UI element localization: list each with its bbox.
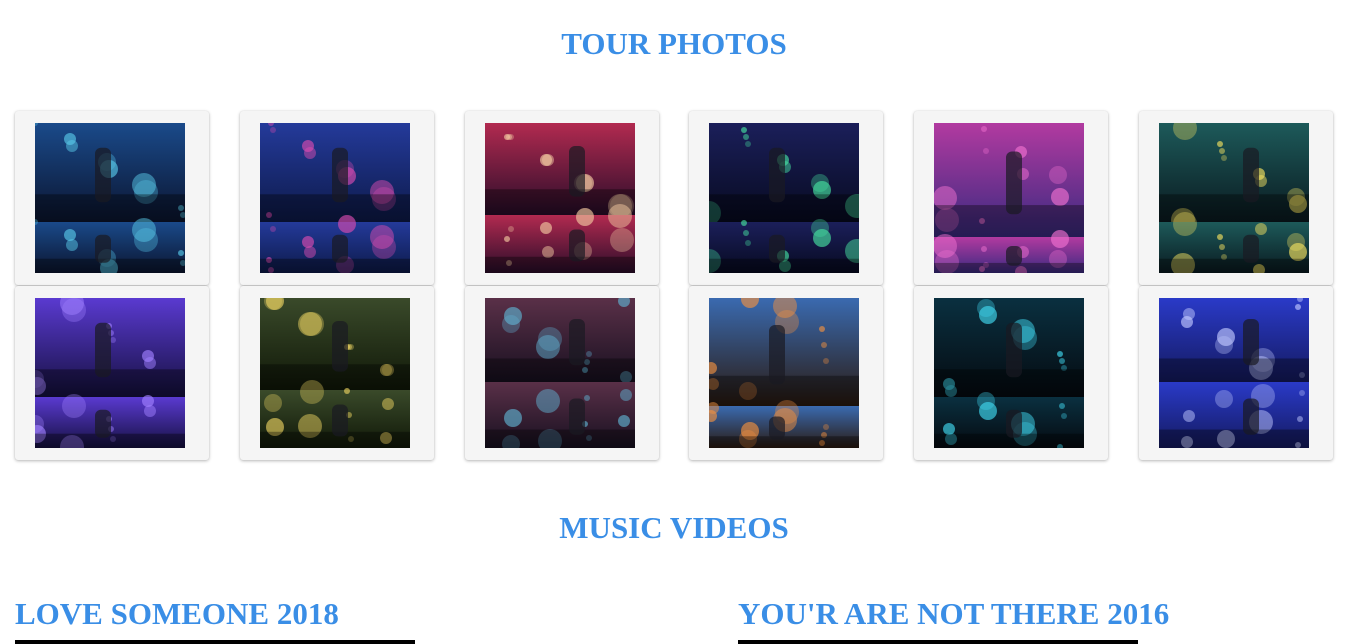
concert-photo-image (35, 298, 185, 448)
photo-card[interactable] (914, 286, 1108, 460)
concert-photo-image (260, 123, 410, 273)
concert-photo-image (709, 298, 859, 448)
tour-photo-6[interactable] (1159, 123, 1309, 273)
photo-card[interactable] (240, 111, 434, 285)
tour-photos-heading: TOUR PHOTOS (561, 26, 787, 61)
concert-photo-image (485, 123, 635, 273)
concert-photo-image (260, 298, 410, 448)
photo-card[interactable] (1139, 111, 1333, 285)
music-videos-heading: MUSIC VIDEOS (559, 510, 789, 545)
video-title-love-someone: LOVE SOMEONE 2018 (15, 596, 339, 631)
concert-photo-image (1159, 123, 1309, 273)
tour-photo-11[interactable] (934, 298, 1084, 448)
tour-photo-9[interactable] (485, 298, 635, 448)
tour-photo-3[interactable] (485, 123, 635, 273)
tour-photo-12[interactable] (1159, 298, 1309, 448)
concert-photo-image (934, 298, 1084, 448)
photo-card[interactable] (465, 111, 659, 285)
photo-card[interactable] (914, 111, 1108, 285)
video-player-you-are-not-there[interactable] (738, 640, 1138, 644)
photo-card[interactable] (15, 286, 209, 460)
tour-photo-2[interactable] (260, 123, 410, 273)
tour-photo-10[interactable] (709, 298, 859, 448)
photo-card[interactable] (689, 111, 883, 285)
tour-photo-gallery (15, 111, 1335, 462)
photo-card[interactable] (15, 111, 209, 285)
video-player-love-someone[interactable] (15, 640, 415, 644)
photo-card[interactable] (465, 286, 659, 460)
tour-photo-1[interactable] (35, 123, 185, 273)
tour-photo-7[interactable] (35, 298, 185, 448)
tour-photo-5[interactable] (934, 123, 1084, 273)
concert-photo-image (1159, 298, 1309, 448)
photo-card[interactable] (689, 286, 883, 460)
concert-photo-image (35, 123, 185, 273)
concert-photo-image (934, 123, 1084, 273)
tour-photo-4[interactable] (709, 123, 859, 273)
concert-photo-image (485, 298, 635, 448)
video-title-you-are-not-there: YOU'R ARE NOT THERE 2016 (738, 596, 1170, 631)
photo-card[interactable] (1139, 286, 1333, 460)
photo-card[interactable] (240, 286, 434, 460)
concert-photo-image (709, 123, 859, 273)
tour-photo-8[interactable] (260, 298, 410, 448)
